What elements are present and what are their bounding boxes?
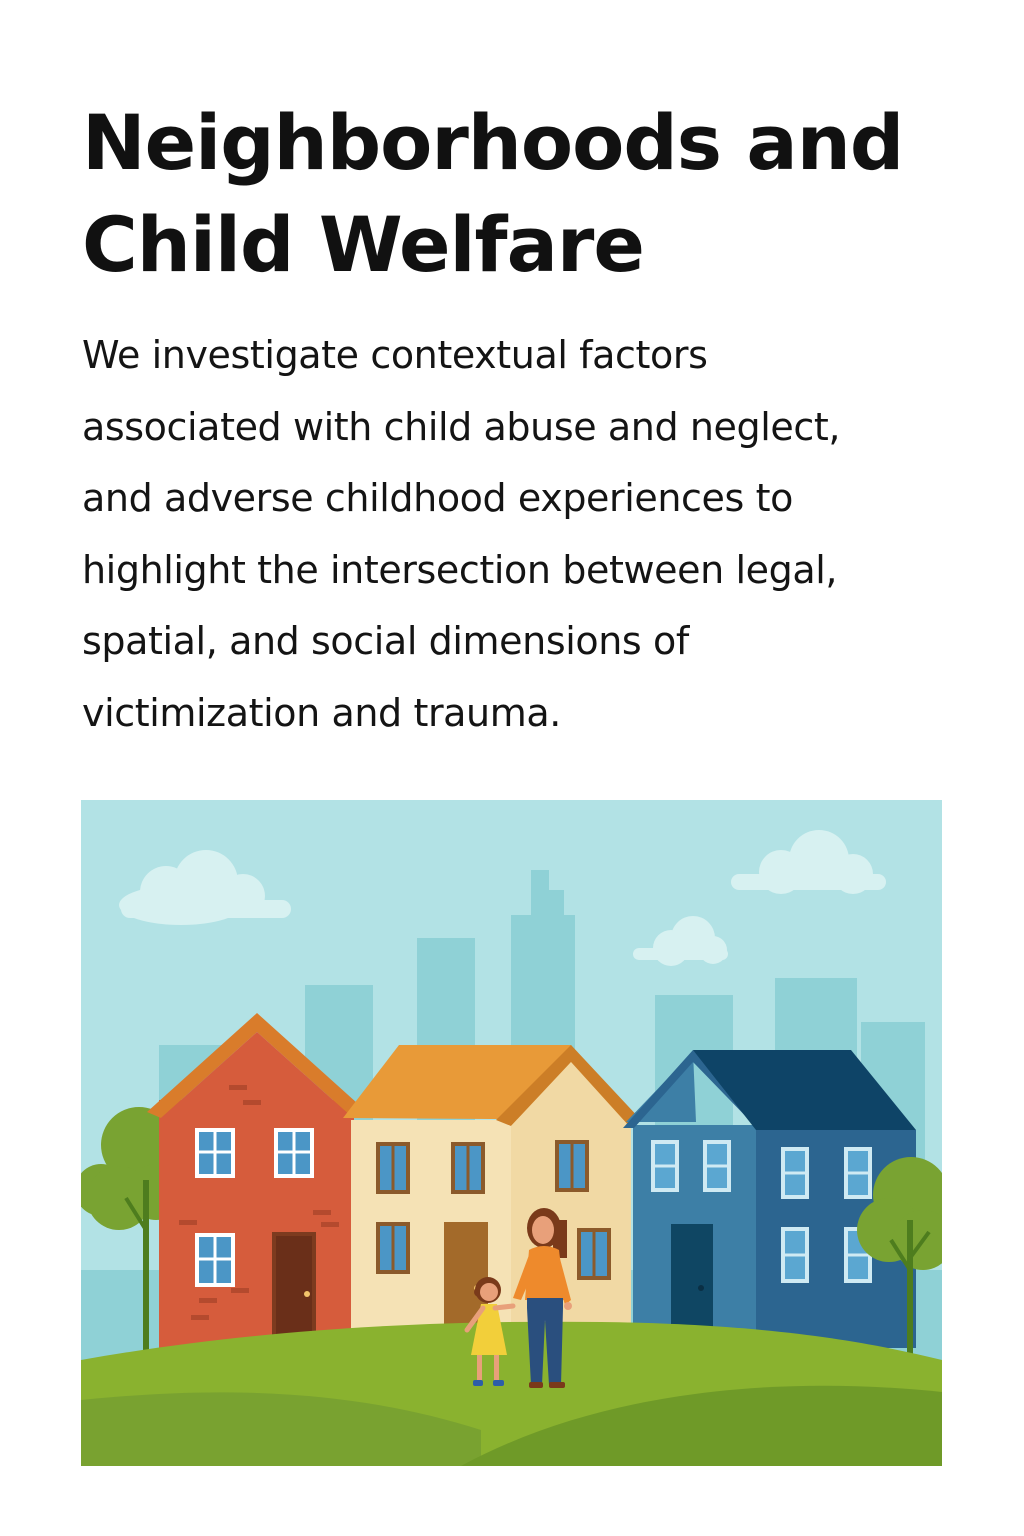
description-line-5: spatial, and social dimensions of — [82, 619, 689, 663]
cream-house — [343, 1045, 641, 1348]
description-line-3: and adverse childhood experiences to — [82, 476, 793, 520]
description-line-6: victimization and trauma. — [82, 690, 561, 735]
description-line-4: highlight the intersection between legal… — [82, 547, 838, 592]
title-line-2: Child Welfare — [82, 200, 645, 289]
title-line-1: Neighborhoods and — [82, 98, 904, 187]
grass — [81, 1321, 942, 1466]
description-line-1: We investigate contextual factors — [82, 333, 708, 377]
page-title: Neighborhoods and Child Welfare — [82, 92, 962, 296]
blue-house — [623, 1050, 916, 1348]
description-line-2: associated with child abuse and neglect, — [82, 404, 841, 449]
neighborhood-illustration — [81, 800, 942, 1466]
description-paragraph: We investigate contextual factors associ… — [82, 320, 982, 749]
